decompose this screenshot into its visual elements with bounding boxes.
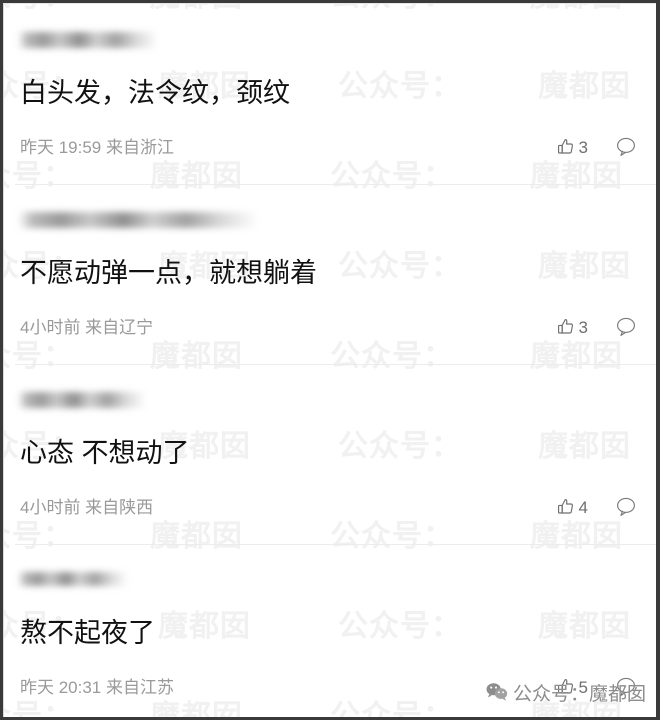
comment-meta-row: 4小时前 来自陕西 4	[20, 495, 638, 519]
comment-meta-row: 4小时前 来自辽宁 3	[20, 315, 638, 339]
wechat-public-account-overlay: 公众号：魔都囡	[486, 682, 646, 707]
like-count: 3	[578, 317, 588, 337]
comment-bubble-icon[interactable]	[614, 135, 638, 159]
comment-list: 白头发，法令纹，颈纹昨天 19:59 来自浙江 3 不愿动弹一点，就想躺着 4小时前 …	[4, 4, 656, 720]
comment-bubble-icon[interactable]	[614, 495, 638, 519]
like-button[interactable]: 4	[556, 497, 588, 517]
comment-timestamp-source: 4小时前 来自陕西	[20, 497, 154, 517]
thumbs-up-icon	[556, 317, 576, 337]
frame-top	[0, 0, 660, 3]
username-redacted	[18, 392, 146, 408]
wechat-overlay-label: 公众号：魔都囡	[513, 684, 647, 705]
comment-divider	[15, 184, 656, 185]
wechat-icon	[486, 682, 508, 707]
comment-text: 白头发，法令纹，颈纹	[20, 78, 290, 108]
comment-bubble-icon[interactable]	[614, 315, 638, 339]
like-count: 4	[578, 497, 588, 517]
comment-timestamp-source: 昨天 19:59 来自浙江	[20, 137, 174, 157]
like-button[interactable]: 3	[556, 317, 588, 337]
username-redacted	[18, 212, 258, 228]
comment-text: 不愿动弹一点，就想躺着	[20, 258, 317, 288]
comment-timestamp-source: 4小时前 来自辽宁	[20, 317, 154, 337]
comment-text: 心态 不想动了	[20, 438, 190, 468]
comment-item[interactable]: 白头发，法令纹，颈纹昨天 19:59 来自浙江 3	[4, 4, 656, 184]
username-redacted	[18, 32, 158, 48]
username-redacted	[18, 572, 128, 586]
screenshot-root: 公众号：魔都囡公众号：魔都囡公众号：魔都囡公众号：魔都囡公众号：魔都囡公众号：魔…	[0, 0, 660, 720]
frame-right	[656, 0, 660, 720]
like-count: 3	[578, 137, 588, 157]
comment-timestamp-source: 昨天 20:31 来自江苏	[20, 677, 174, 697]
thumbs-up-icon	[556, 137, 576, 157]
comment-item[interactable]: 不愿动弹一点，就想躺着 4小时前 来自辽宁 3	[4, 184, 656, 364]
comment-item[interactable]: 心态 不想动了 4小时前 来自陕西 4	[4, 364, 656, 544]
comment-divider	[15, 544, 656, 545]
comment-divider	[15, 364, 656, 365]
comment-text: 熬不起夜了	[20, 618, 155, 648]
frame-left	[0, 0, 3, 720]
comment-meta-row: 昨天 19:59 来自浙江 3	[20, 135, 638, 159]
thumbs-up-icon	[556, 497, 576, 517]
like-button[interactable]: 3	[556, 137, 588, 157]
